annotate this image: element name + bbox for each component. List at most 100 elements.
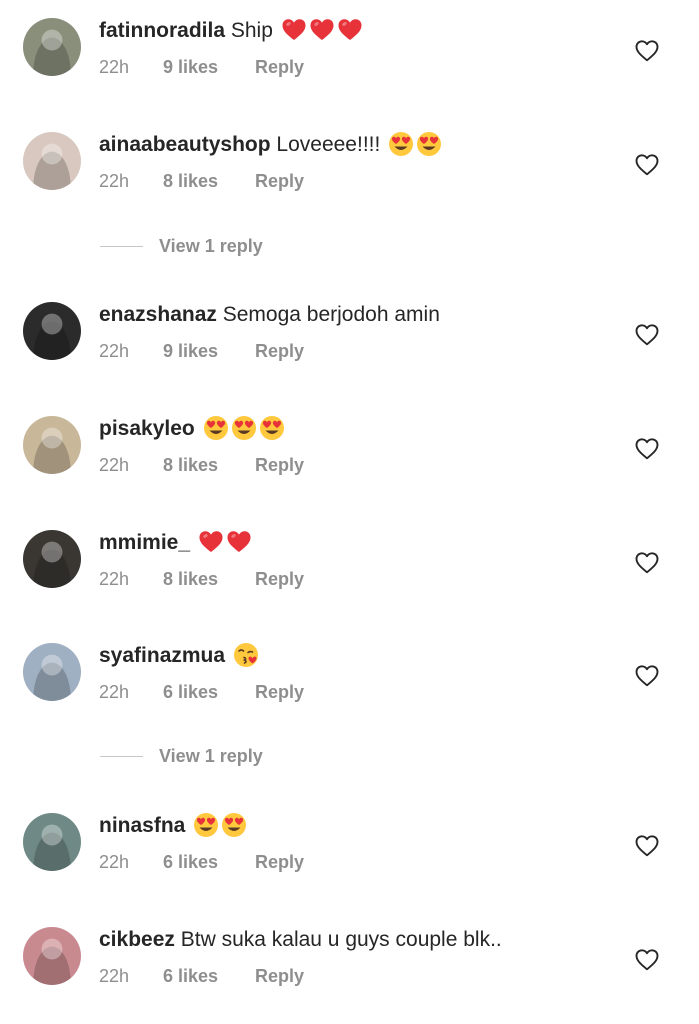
comment-meta: 22h 8 likes Reply [99, 567, 304, 591]
comment-line: ainaabeautyshop Loveeee!!!! [99, 130, 444, 166]
reply-button[interactable]: Reply [255, 567, 304, 591]
comment-username[interactable]: pisakyleo [99, 417, 195, 440]
comment-username[interactable]: cikbeez [99, 928, 175, 951]
reply-button[interactable]: Reply [255, 453, 304, 477]
comment-username[interactable]: mmimie_ [99, 531, 190, 554]
comment-likes[interactable]: 9 likes [163, 55, 255, 79]
like-heart-icon[interactable] [635, 949, 659, 971]
comment-meta: 22h 9 likes Reply [99, 55, 304, 79]
comment-line: fatinnoradila Ship [99, 16, 365, 52]
comment-line: pisakyleo [99, 414, 287, 450]
comment-username[interactable]: syafinazmua [99, 644, 225, 667]
like-heart-icon[interactable] [635, 438, 659, 460]
comment-item: syafinazmua 22h 6 likes Reply [0, 643, 699, 723]
view-replies-label[interactable]: View 1 reply [159, 234, 263, 258]
heart-eyes-emoji-icon [389, 132, 414, 156]
comment-line: enazshanaz Semoga berjodoh amin [99, 300, 448, 330]
avatar[interactable] [23, 530, 81, 588]
comment-time: 22h [99, 455, 130, 475]
reply-button[interactable]: Reply [255, 169, 304, 193]
emoji-group [198, 529, 254, 564]
like-heart-icon[interactable] [635, 665, 659, 687]
comment-text: Btw suka kalau u guys couple blk.. [180, 928, 502, 951]
comment-text: Semoga berjodoh amin [222, 303, 440, 326]
avatar[interactable] [23, 927, 81, 985]
comment-username[interactable]: enazshanaz [99, 303, 217, 326]
comment-likes[interactable]: 6 likes [163, 680, 255, 704]
avatar[interactable] [23, 416, 81, 474]
avatar[interactable] [23, 132, 81, 190]
heart-eyes-emoji-icon [231, 416, 256, 440]
red-heart-emoji-icon [282, 19, 306, 40]
comment-username[interactable]: ainaabeautyshop [99, 133, 271, 156]
comment-likes[interactable]: 8 likes [163, 453, 255, 477]
comment-likes[interactable]: 8 likes [163, 169, 255, 193]
comment-time: 22h [99, 966, 130, 986]
comment-meta: 22h 9 likes Reply [99, 339, 304, 363]
avatar[interactable] [23, 643, 81, 701]
heart-eyes-emoji-icon [194, 813, 219, 837]
comment-item: cikbeez Btw suka kalau u guys couple blk… [0, 927, 699, 1007]
view-replies-button[interactable]: View 1 reply [100, 234, 400, 258]
comment-item: pisakyleo 22h 8 likes Reply [0, 416, 699, 496]
view-replies-button[interactable]: View 1 reply [100, 744, 400, 768]
comment-item: ainaabeautyshop Loveeee!!!! 22h 8 likes Re… [0, 132, 699, 212]
comment-line: ninasfna [99, 811, 249, 847]
emoji-group [388, 131, 444, 166]
view-replies-label[interactable]: View 1 reply [159, 744, 263, 768]
comment-meta: 22h 8 likes Reply [99, 453, 304, 477]
comment-likes[interactable]: 9 likes [163, 339, 255, 363]
comment-text: Ship [230, 19, 273, 42]
comment-time: 22h [99, 852, 130, 872]
like-heart-icon[interactable] [635, 154, 659, 176]
emoji-group [203, 415, 287, 450]
comment-meta: 22h 6 likes Reply [99, 850, 304, 874]
heart-eyes-emoji-icon [222, 813, 247, 837]
reply-button[interactable]: Reply [255, 850, 304, 874]
comment-username[interactable]: ninasfna [99, 814, 185, 837]
comment-time: 22h [99, 569, 130, 589]
comment-time: 22h [99, 171, 130, 191]
comment-meta: 22h 6 likes Reply [99, 680, 304, 704]
reply-button[interactable]: Reply [255, 339, 304, 363]
comment-likes[interactable]: 6 likes [163, 964, 255, 988]
like-heart-icon[interactable] [635, 324, 659, 346]
heart-eyes-emoji-icon [203, 416, 228, 440]
comment-time: 22h [99, 57, 130, 77]
comment-meta: 22h 8 likes Reply [99, 169, 304, 193]
like-heart-icon[interactable] [635, 835, 659, 857]
comment-item: enazshanaz Semoga berjodoh amin 22h 9 lik… [0, 302, 699, 382]
kissing-heart-emoji-icon [233, 643, 258, 667]
emoji-group [233, 642, 261, 677]
reply-button[interactable]: Reply [255, 55, 304, 79]
comment-item: ninasfna 22h 6 likes Reply [0, 813, 699, 893]
avatar[interactable] [23, 302, 81, 360]
comment-meta: 22h 6 likes Reply [99, 964, 304, 988]
emoji-group [281, 17, 365, 52]
emoji-group [193, 812, 249, 847]
comment-item: mmimie_ 22h 8 likes Reply [0, 530, 699, 610]
comment-likes[interactable]: 6 likes [163, 850, 255, 874]
comment-time: 22h [99, 341, 130, 361]
like-heart-icon[interactable] [635, 552, 659, 574]
comment-time: 22h [99, 682, 130, 702]
avatar[interactable] [23, 813, 81, 871]
reply-divider [100, 246, 143, 247]
comment-line: cikbeez Btw suka kalau u guys couple blk… [99, 925, 510, 955]
heart-eyes-emoji-icon [259, 416, 284, 440]
comment-likes[interactable]: 8 likes [163, 567, 255, 591]
heart-eyes-emoji-icon [417, 132, 442, 156]
reply-divider [100, 756, 143, 757]
red-heart-emoji-icon [227, 531, 251, 552]
reply-button[interactable]: Reply [255, 680, 304, 704]
comment-text: Loveeee!!!! [276, 133, 381, 156]
reply-button[interactable]: Reply [255, 964, 304, 988]
avatar[interactable] [23, 18, 81, 76]
red-heart-emoji-icon [310, 19, 334, 40]
comment-line: syafinazmua [99, 641, 261, 677]
comment-line: mmimie_ [99, 528, 254, 564]
like-heart-icon[interactable] [635, 40, 659, 62]
red-heart-emoji-icon [199, 531, 223, 552]
comment-username[interactable]: fatinnoradila [99, 19, 225, 42]
comment-item: fatinnoradila Ship 22h 9 likes Reply [0, 18, 699, 98]
